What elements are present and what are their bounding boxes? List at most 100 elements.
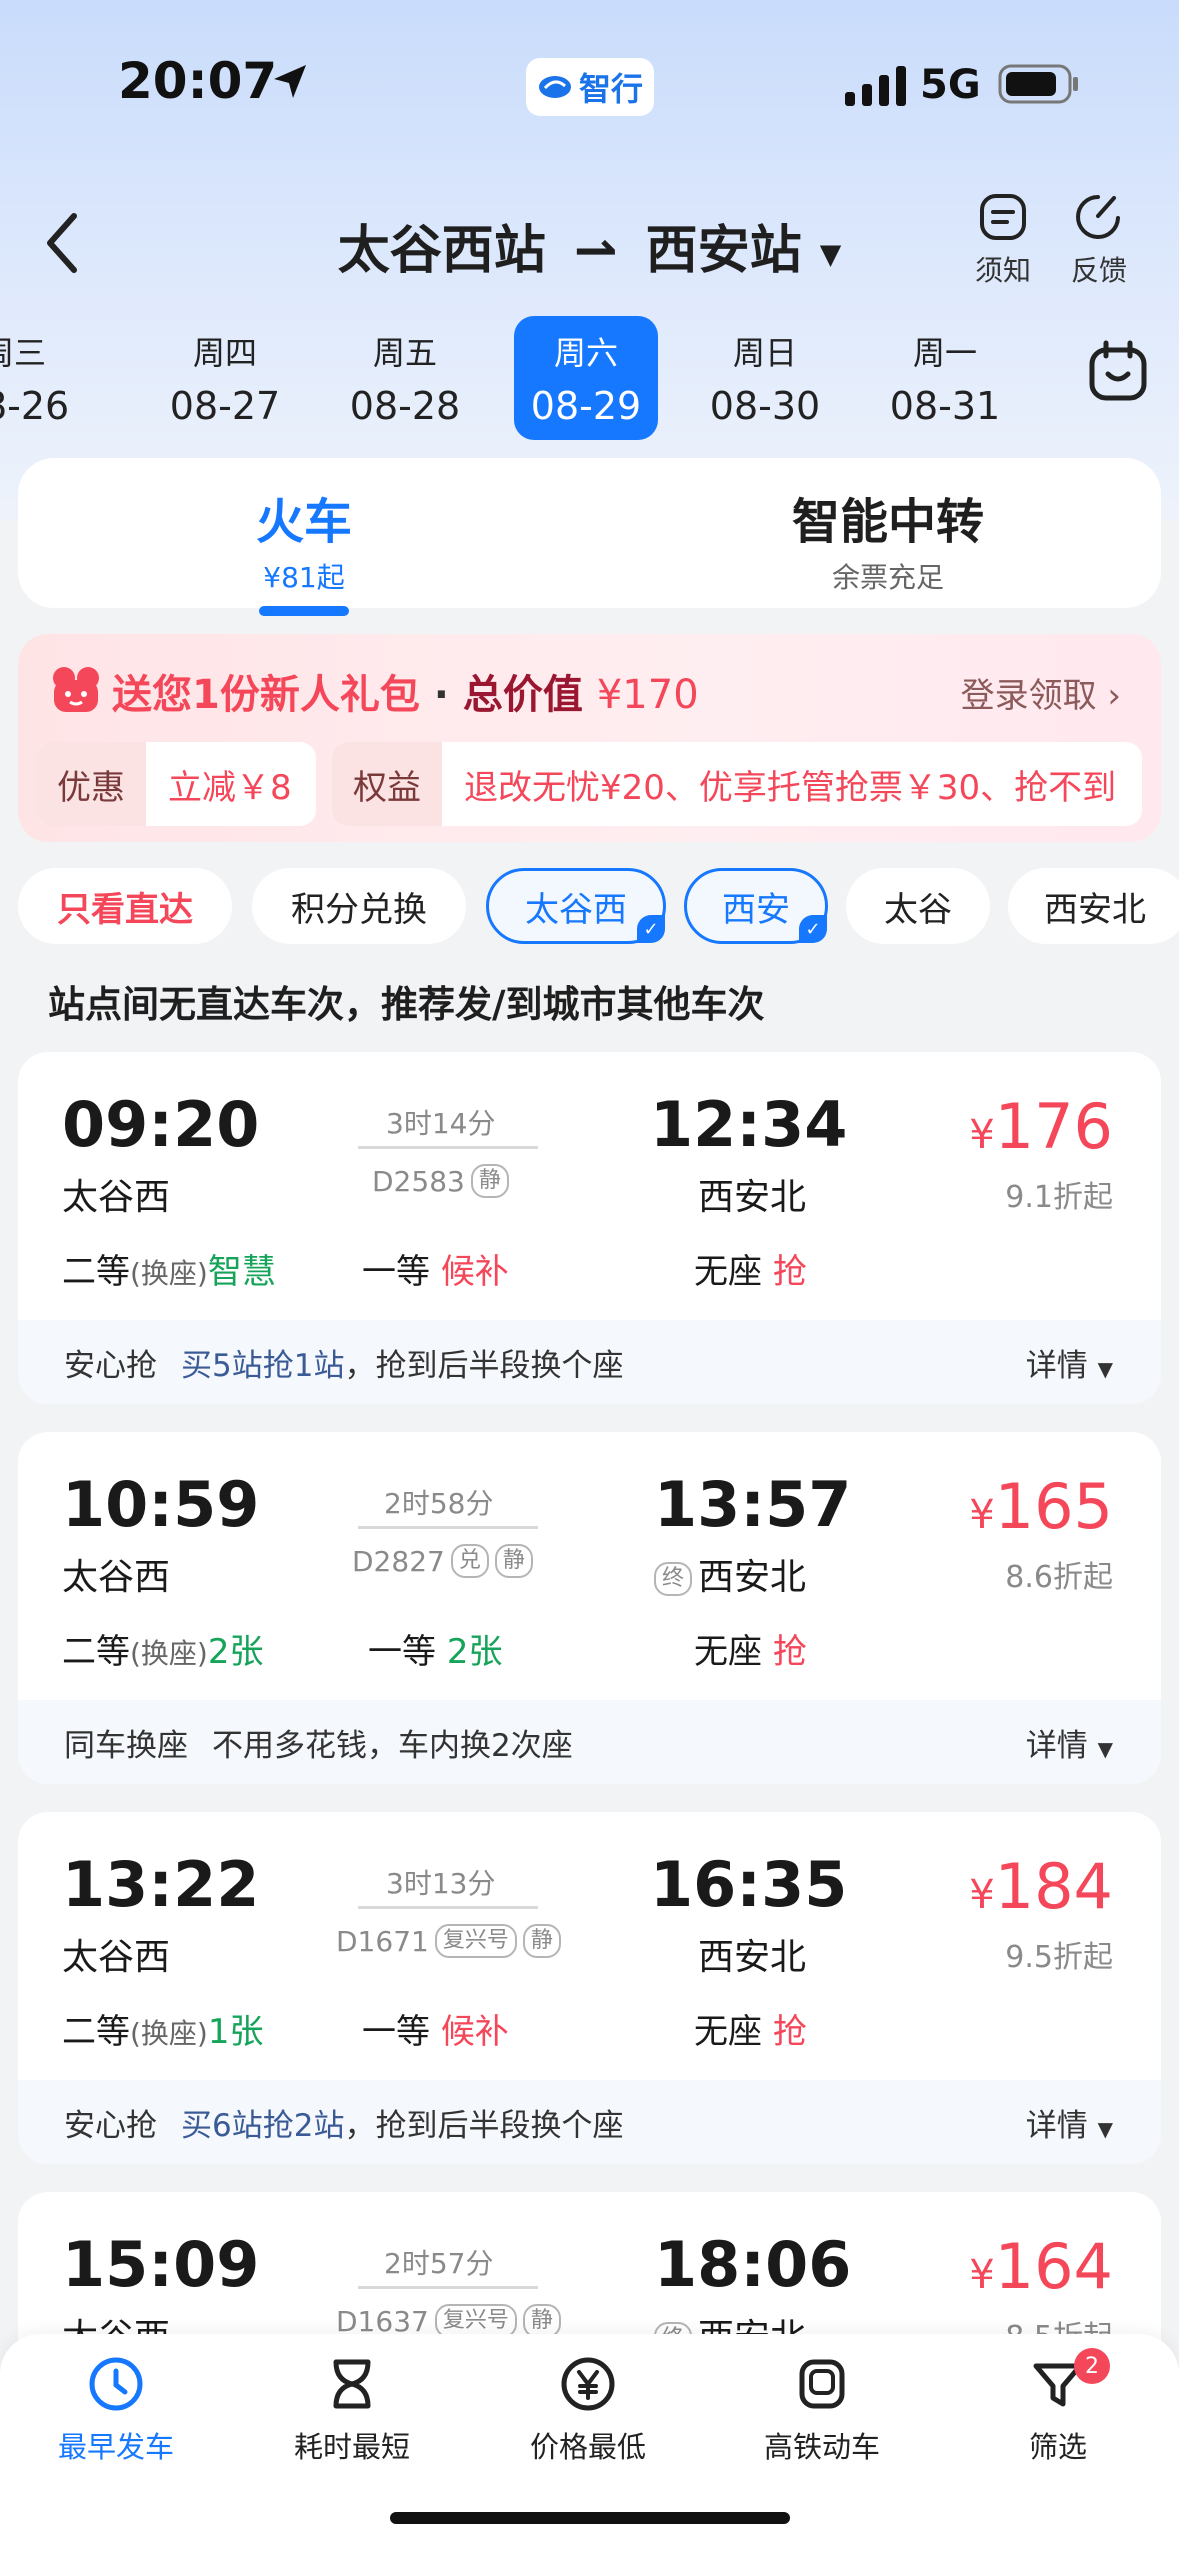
date-item[interactable]: 周四 08-27 <box>145 316 305 440</box>
duration: 2时57分 <box>384 2247 494 2280</box>
date-item[interactable]: 周五 08-28 <box>325 316 485 440</box>
tab-train[interactable]: 火车 ¥81起 <box>204 482 404 616</box>
filter-chip-points[interactable]: 积分兑换 <box>252 868 466 944</box>
benefit-text: 退改无忧¥20、优享托管抢票￥30、抢不到 <box>464 767 1117 808</box>
notice-button[interactable]: 须知 <box>958 192 1048 289</box>
route-arrow: ⇀ <box>573 221 618 281</box>
caret-down-icon: ▼ <box>1097 1736 1113 1761</box>
quiet-tag: 静 <box>494 1544 533 1578</box>
tab-train-sub: ¥81起 <box>263 561 345 594</box>
seat-second-class: 二等(换座)2张 <box>62 1632 264 1672</box>
tab-transfer[interactable]: 智能中转 余票充足 <box>738 482 1038 596</box>
date-item-selected[interactable]: 周六 08-29 <box>514 316 658 440</box>
location-arrow-icon <box>274 65 306 98</box>
price: ¥176 <box>969 1090 1113 1163</box>
calendar-icon[interactable] <box>1088 340 1148 402</box>
footer-label: 安心抢 <box>64 1347 157 1384</box>
price: ¥165 <box>969 1470 1113 1543</box>
feedback-button[interactable]: 反馈 <box>1054 192 1144 289</box>
to-station: 西安站 <box>645 221 802 281</box>
discount-tag: 优惠 <box>36 742 146 826</box>
date-item[interactable]: 周日 08-30 <box>685 316 845 440</box>
hourglass-icon <box>333 2359 371 2409</box>
date-item[interactable]: 周三08-26 <box>0 316 94 440</box>
filter-chip-xianbei[interactable]: 西安北 <box>1008 868 1179 944</box>
detail-link[interactable]: 详情 ▼ <box>1026 2100 1113 2145</box>
route-line <box>358 2286 538 2289</box>
battery-icon <box>998 64 1078 104</box>
date-item[interactable]: 周一 08-31 <box>865 316 1025 440</box>
card-footer[interactable]: 安心抢 买5站抢1站 ，抢到后半段换个座 详情 ▼ <box>18 1320 1161 1404</box>
tab-transfer-label: 智能中转 <box>791 494 984 550</box>
departure-time: 13:22 <box>62 1848 260 1921</box>
feedback-icon <box>1076 195 1120 239</box>
arrival-time: 12:34 <box>650 1088 848 1161</box>
filter-chip-direct[interactable]: 只看直达 <box>18 868 232 944</box>
route-line <box>358 1146 538 1149</box>
filter-chip-xian[interactable]: 西安 ✓ <box>684 868 828 944</box>
status-time: 20:07 <box>118 52 278 110</box>
filter-chip-taiguxi[interactable]: 太谷西 ✓ <box>486 868 666 944</box>
filter-badge: 2 <box>1074 2348 1110 2384</box>
tab-transfer-sub: 余票充足 <box>831 561 944 594</box>
detail-link[interactable]: 详情 ▼ <box>1026 1340 1113 1385</box>
footer-highlight: 买5站抢1站 <box>181 1347 345 1384</box>
footer-text: ，抢到后半段换个座 <box>344 2107 624 2144</box>
promo-dot: · <box>433 672 449 718</box>
arrival-time: 16:35 <box>650 1848 848 1921</box>
discount: 8.6折起 <box>1005 1560 1113 1595</box>
filter-high-speed[interactable]: 高铁动车 <box>722 2354 922 2466</box>
promo-title-row: 送您1份新人礼包 · 总价值 ¥170 <box>112 662 699 720</box>
train-card[interactable]: 10:59 太谷西 2时58分 D2827 兑静 13:57 终西安北 ¥165 … <box>18 1432 1161 1784</box>
tab-train-label: 火车 <box>255 494 352 550</box>
notice-label: 须知 <box>974 254 1031 287</box>
benefit-tag: 权益 <box>332 742 442 826</box>
price: ¥184 <box>969 1850 1113 1923</box>
tab-indicator <box>259 606 349 616</box>
card-footer[interactable]: 安心抢 买6站抢2站 ，抢到后半段换个座 详情 ▼ <box>18 2080 1161 2164</box>
seat-standing: 无座 抢 <box>694 1252 807 1292</box>
fuxing-tag: 复兴号 <box>434 2304 517 2338</box>
seat-first-class: 一等 2张 <box>368 1632 503 1672</box>
train-number: D2827 兑静 <box>352 1544 533 1578</box>
train-number: D2583 静 <box>372 1164 509 1198</box>
quiet-tag: 静 <box>522 1924 561 1958</box>
promo-banner[interactable]: 送您1份新人礼包 · 总价值 ¥170 登录领取 › 优惠 立减￥8 权益 退改… <box>18 634 1161 842</box>
train-number: D1671 复兴号静 <box>336 1924 561 1958</box>
discount: 9.5折起 <box>1005 1940 1113 1975</box>
arrival-station: 西安北 <box>698 1937 807 1978</box>
filter-chip-taigu[interactable]: 太谷 <box>846 868 990 944</box>
seat-standing: 无座 抢 <box>694 1632 807 1672</box>
departure-time: 10:59 <box>62 1468 260 1541</box>
redeem-tag: 兑 <box>450 1544 489 1578</box>
duration: 3时13分 <box>386 1867 496 1900</box>
terminal-tag: 终 <box>654 1562 693 1596</box>
check-icon: ✓ <box>799 915 827 943</box>
train-card[interactable]: 09:20 太谷西 3时14分 D2583 静 12:34 西安北 ¥176 9.… <box>18 1052 1161 1404</box>
footer-text: ，抢到后半段换个座 <box>344 1347 624 1384</box>
home-indicator <box>390 2512 790 2524</box>
promo-claim[interactable]: 登录领取 › <box>961 668 1121 717</box>
caret-down-icon: ▼ <box>819 237 842 271</box>
train-icon <box>799 2359 845 2409</box>
app-badge: 智行 <box>526 58 654 116</box>
yen-icon <box>561 2357 615 2411</box>
fuxing-tag: 复兴号 <box>434 1924 517 1958</box>
arrival-station: 终西安北 <box>654 1548 806 1600</box>
arrival-time: 13:57 <box>654 1468 852 1541</box>
sort-earliest[interactable]: 最早发车 <box>16 2354 216 2466</box>
train-card[interactable]: 13:22 太谷西 3时13分 D1671 复兴号静 16:35 西安北 ¥184… <box>18 1812 1161 2164</box>
seat-standing: 无座 抢 <box>694 2012 807 2052</box>
quiet-tag: 静 <box>522 2304 561 2338</box>
no-direct-notice: 站点间无直达车次，推荐发/到城市其他车次 <box>48 983 765 1026</box>
route-line <box>358 1906 538 1909</box>
network-type: 5G <box>920 62 981 108</box>
card-footer[interactable]: 同车换座 不用多花钱，车内换2次座 详情 ▼ <box>18 1700 1161 1784</box>
feedback-label: 反馈 <box>1070 254 1127 287</box>
detail-link[interactable]: 详情 ▼ <box>1026 1720 1113 1765</box>
benefit-pill: 权益 退改无忧¥20、优享托管抢票￥30、抢不到 <box>332 742 1142 826</box>
gift-icon <box>53 667 99 712</box>
sort-shortest[interactable]: 耗时最短 <box>252 2354 452 2466</box>
filter-button[interactable]: 筛选 2 <box>958 2348 1158 2466</box>
sort-cheapest[interactable]: 价格最低 <box>488 2354 688 2466</box>
